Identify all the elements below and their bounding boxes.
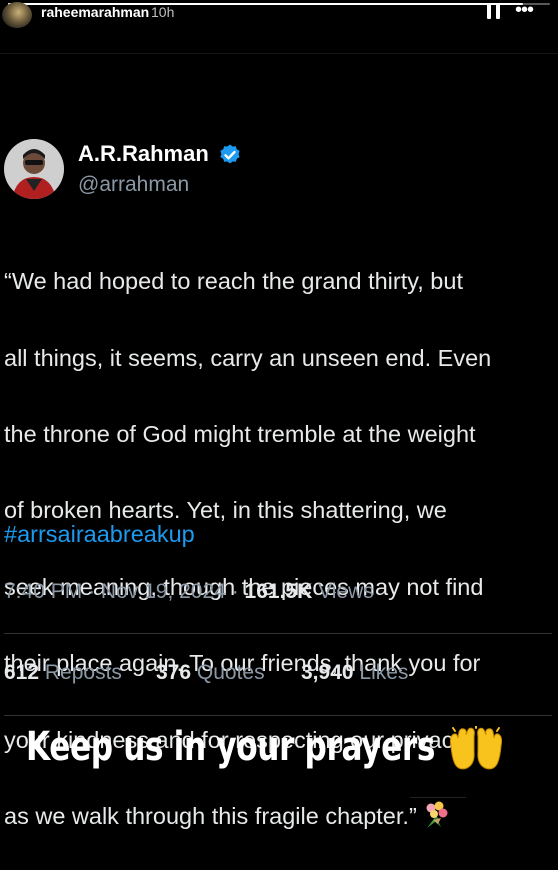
views-count: 161.5K	[244, 580, 313, 603]
quotes-stat[interactable]: 376 Quotes	[156, 661, 265, 685]
reposts-label: Reposts	[44, 661, 122, 684]
story-header: raheemarahman 10h •••	[0, 0, 558, 40]
divider	[4, 633, 552, 634]
tweet-meta: 7:40 PM · Nov 19, 2024 · 161.5K Views	[4, 580, 374, 604]
story-screen[interactable]: raheemarahman 10h ••• A.R.Rahman @arrahm…	[0, 0, 558, 870]
tweet-author-avatar[interactable]	[4, 139, 64, 199]
likes-count: 3,940	[301, 661, 354, 684]
quotes-label: Quotes	[196, 661, 265, 684]
divider	[410, 797, 466, 798]
hashtag-link[interactable]: #arrsairaabreakup	[4, 521, 195, 548]
story-caption-text: Keep us in your prayers	[26, 724, 436, 770]
quotes-count: 376	[156, 661, 192, 684]
tweet-author-handle[interactable]: @arrahman	[78, 173, 189, 197]
likes-stat[interactable]: 3,940 Likes	[301, 661, 408, 685]
bouquet-icon	[426, 801, 448, 829]
tweet-time[interactable]: 7:40 PM	[4, 580, 82, 603]
story-username[interactable]: raheemarahman	[41, 4, 149, 20]
divider	[0, 53, 558, 54]
meta-separator: ·	[88, 580, 96, 603]
tweet-text-line: the throne of God might tremble at the w…	[4, 421, 476, 448]
tweet-date[interactable]: Nov 19, 2024	[101, 580, 226, 603]
pause-icon[interactable]	[487, 3, 501, 19]
story-timestamp: 10h	[151, 4, 175, 20]
likes-label: Likes	[359, 661, 409, 684]
story-avatar[interactable]	[2, 2, 32, 28]
more-icon[interactable]: •••	[515, 0, 541, 20]
reposts-stat[interactable]: 612 Reposts	[4, 661, 122, 685]
meta-separator: ·	[231, 580, 239, 603]
tweet-text-line: all things, it seems, carry an unseen en…	[4, 344, 492, 371]
tweet-text-line: “We had hoped to reach the grand thirty,…	[4, 268, 463, 295]
tweet-text-line: as we walk through this fragile chapter.…	[4, 803, 417, 830]
reposts-count: 612	[4, 661, 40, 684]
raising-hands-icon	[449, 726, 503, 770]
divider	[4, 715, 552, 716]
tweet-text-line-last: as we walk through this fragile chapter.…	[4, 797, 554, 835]
views-label: Views	[318, 580, 374, 603]
verified-badge-icon	[220, 144, 240, 164]
tweet-author-name[interactable]: A.R.Rahman	[78, 141, 209, 167]
